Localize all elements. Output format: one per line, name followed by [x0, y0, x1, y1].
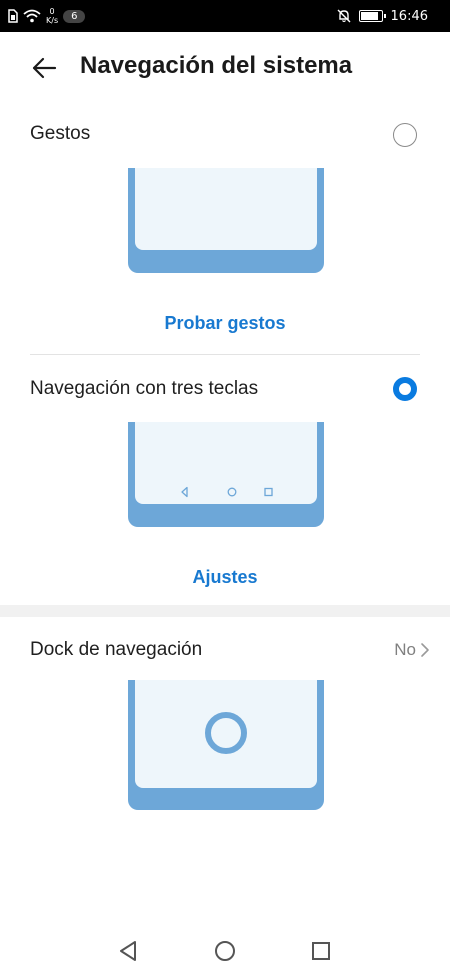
gestures-phone-illustration [128, 168, 324, 273]
dock-value: No [394, 640, 416, 659]
section-divider [30, 354, 420, 355]
gestures-phone-screen [135, 168, 317, 250]
network-speed: 0 K/s [46, 7, 58, 25]
home-circle-icon[interactable] [214, 940, 236, 962]
notification-count-badge: 6 [63, 9, 86, 23]
dock-circle-icon [205, 712, 247, 754]
network-speed-unit: K/s [46, 16, 59, 25]
back-triangle-icon[interactable] [118, 940, 138, 962]
option-three-keys-radio[interactable] [393, 377, 417, 401]
mute-bell-icon [337, 9, 351, 23]
try-gestures-link[interactable]: Probar gestos [0, 313, 450, 334]
system-nav-bar [0, 920, 450, 976]
dock-phone-screen [135, 680, 317, 788]
status-bar: 0 K/s 6 16:46 [0, 0, 450, 32]
arrow-left-icon [32, 57, 57, 79]
back-button[interactable] [28, 54, 60, 82]
battery-icon [358, 10, 386, 22]
app-header: Navegación del sistema [0, 32, 450, 104]
battery-level-fill [360, 12, 378, 20]
option-gestures-radio[interactable] [393, 123, 417, 147]
status-bar-left: 0 K/s 6 [8, 0, 86, 32]
dock-phone-illustration [128, 680, 324, 810]
option-three-keys-label: Navegación con tres teclas [30, 378, 259, 399]
recents-square-icon[interactable] [311, 941, 331, 961]
mini-home-icon [227, 487, 237, 497]
mini-back-icon [181, 486, 188, 498]
three-keys-phone-illustration [128, 422, 324, 527]
settings-link[interactable]: Ajustes [0, 567, 450, 588]
status-time: 16:46 [390, 8, 428, 24]
chevron-right-icon [421, 643, 429, 657]
three-keys-phone-screen [135, 422, 317, 504]
dock-label: Dock de navegación [30, 639, 203, 660]
mini-recents-icon [264, 487, 273, 497]
wifi-icon [23, 9, 41, 23]
page-title: Navegación del sistema [80, 52, 353, 79]
status-bar-right: 16:46 [337, 0, 428, 32]
option-gestures-label: Gestos [30, 123, 91, 144]
sim-icon [8, 9, 18, 23]
section-separator-band [0, 605, 450, 617]
mini-nav-keys [181, 486, 273, 498]
network-speed-value: 0 [49, 7, 55, 16]
